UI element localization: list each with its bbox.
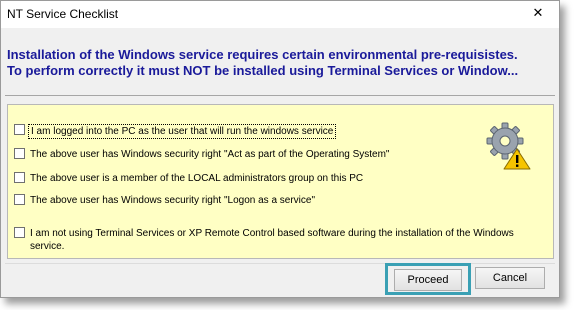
footer-separator: [5, 263, 555, 264]
cancel-button[interactable]: Cancel: [475, 267, 545, 289]
checklist-panel: I am logged into the PC as the user that…: [7, 104, 554, 259]
close-icon[interactable]: ✕: [517, 1, 559, 25]
checkbox[interactable]: [14, 172, 25, 183]
separator: [5, 95, 555, 96]
requirements-header: Installation of the Windows service requ…: [7, 47, 553, 79]
checklist-item[interactable]: The above user has Windows security righ…: [14, 194, 315, 207]
checklist-item[interactable]: The above user has Windows security righ…: [14, 148, 389, 161]
checkbox[interactable]: [14, 227, 25, 238]
checkbox[interactable]: [14, 148, 25, 159]
checklist-item-label: The above user has Windows security righ…: [30, 149, 390, 160]
title-bar[interactable]: NT Service Checklist ✕: [1, 1, 559, 28]
window-title: NT Service Checklist: [7, 7, 119, 21]
checklist-item-label: I am not using Terminal Services or XP R…: [30, 228, 514, 252]
proceed-highlight: Proceed: [385, 263, 471, 295]
checklist-item-label: The above user has Windows security righ…: [30, 195, 316, 206]
header-line-2: To perform correctly it must NOT be inst…: [7, 63, 519, 78]
checklist-item[interactable]: The above user is a member of the LOCAL …: [14, 172, 363, 185]
proceed-button[interactable]: Proceed: [394, 269, 462, 291]
checklist-item[interactable]: I am not using Terminal Services or XP R…: [14, 227, 524, 253]
checklist-item[interactable]: I am logged into the PC as the user that…: [14, 124, 337, 139]
checklist-item-label: I am logged into the PC as the user that…: [28, 124, 337, 139]
checklist-item-label: The above user is a member of the LOCAL …: [30, 173, 364, 184]
checkbox[interactable]: [14, 194, 25, 205]
dialog-window: NT Service Checklist ✕ Installation of t…: [0, 0, 560, 298]
gear-warning-icon: [486, 121, 532, 171]
checkbox[interactable]: [14, 124, 25, 135]
header-line-1: Installation of the Windows service requ…: [7, 47, 518, 62]
